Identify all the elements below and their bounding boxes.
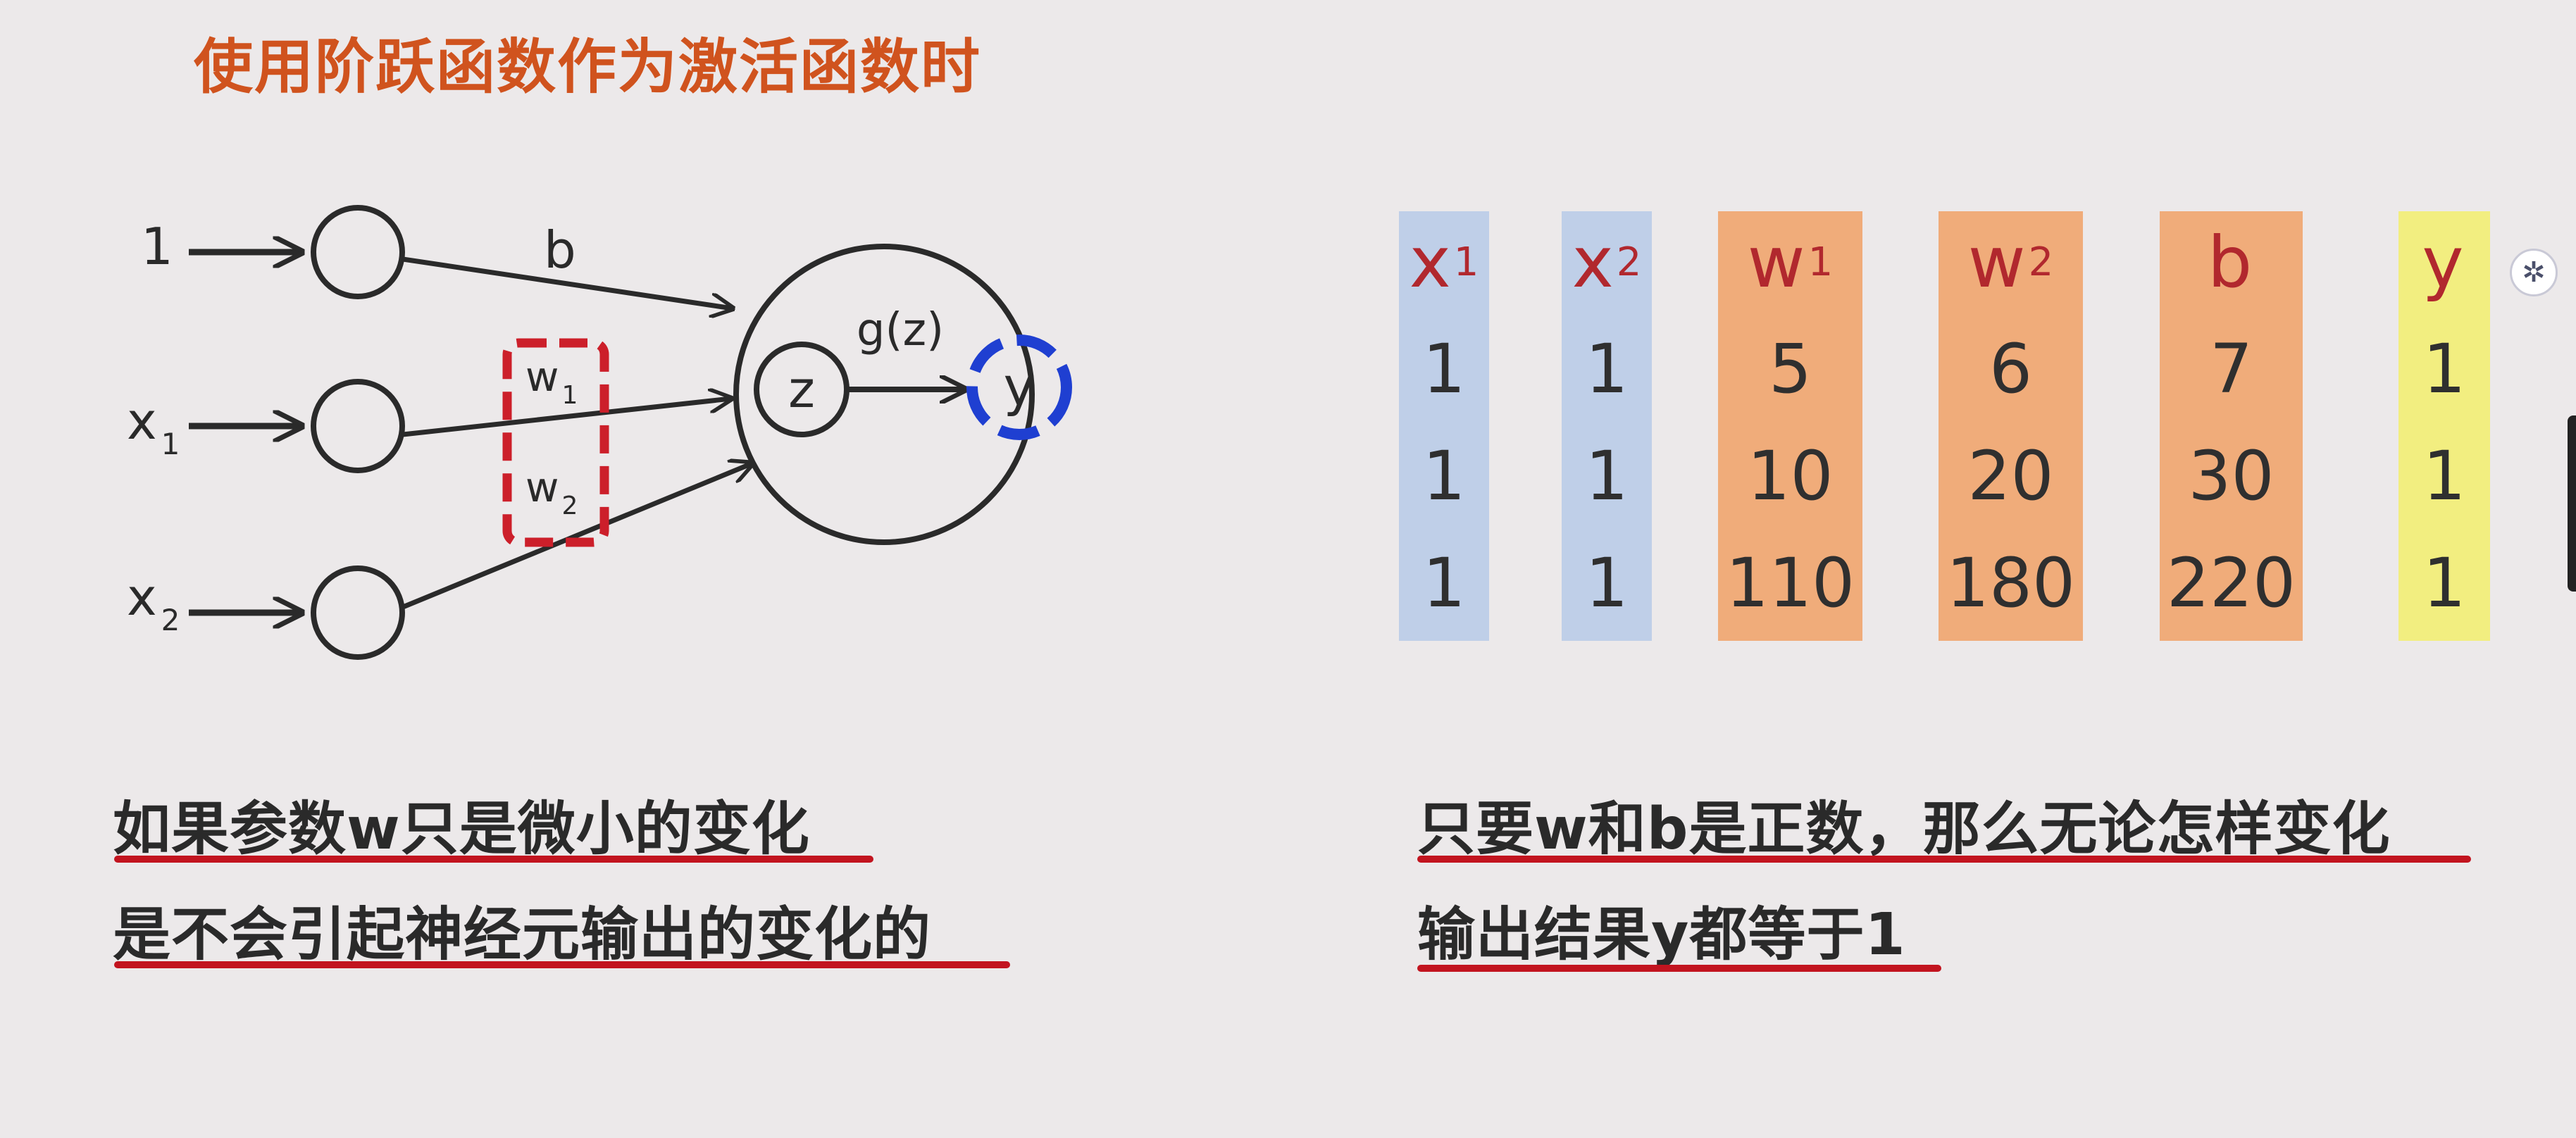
neuron-diagram: 1 x1 x2 b w1 w2 z g(z) y xyxy=(127,205,1072,660)
column-header: y xyxy=(2422,221,2464,304)
column-header: x2 xyxy=(1572,221,1642,304)
column-header: x1 xyxy=(1409,221,1479,304)
brain-icon[interactable]: ✲ xyxy=(2510,249,2558,296)
table-cell: 1 xyxy=(1422,437,1466,515)
table-cell: 7 xyxy=(2209,330,2253,408)
table-cell: 1 xyxy=(1422,330,1466,408)
table-column-b: b 7 30 220 xyxy=(2160,211,2303,641)
note-underline xyxy=(114,856,873,863)
column-header: w1 xyxy=(1747,221,1834,304)
neuron-body xyxy=(733,244,1035,545)
table-cell: 10 xyxy=(1747,437,1834,515)
table-cell: 1 xyxy=(2422,437,2466,515)
output-label: y xyxy=(1004,355,1035,418)
column-header: w2 xyxy=(1967,221,2054,304)
note-underline xyxy=(114,961,1010,968)
note-underline xyxy=(1417,965,1941,972)
note-right-line2: 输出结果y都等于1 xyxy=(1417,901,1906,968)
side-panel-handle[interactable] xyxy=(2568,415,2576,592)
table-column-w2: w2 6 20 180 xyxy=(1939,211,2083,641)
table-cell: 1 xyxy=(1585,330,1629,408)
input-label-x2: x2 xyxy=(127,568,180,637)
table-cell: 110 xyxy=(1725,544,1855,623)
table-column-y: y 1 1 1 xyxy=(2398,211,2490,641)
weight2-connection xyxy=(402,463,752,610)
input-node-x2 xyxy=(311,565,405,660)
note-left-line2: 是不会引起神经元输出的变化的 xyxy=(113,901,932,968)
activation-label: g(z) xyxy=(857,304,944,356)
z-label: z xyxy=(788,360,815,419)
table-cell: 1 xyxy=(1585,544,1629,623)
note-right-line1: 只要w和b是正数，那么无论怎样变化 xyxy=(1417,796,2391,863)
input-label-x1: x1 xyxy=(127,392,180,461)
input-node-1 xyxy=(311,205,405,299)
table-cell: 1 xyxy=(2422,544,2466,623)
table-cell: 20 xyxy=(1967,437,2054,515)
table-cell: 1 xyxy=(1422,544,1466,623)
table-cell: 1 xyxy=(2422,330,2466,408)
input-node-x1 xyxy=(311,379,405,473)
table-column-x2: x2 1 1 1 xyxy=(1562,211,1652,641)
weight-label-w2: w2 xyxy=(525,463,578,520)
table-cell: 5 xyxy=(1768,330,1812,408)
note-underline xyxy=(1417,856,2471,863)
table-column-w1: w1 5 10 110 xyxy=(1718,211,1862,641)
table-column-x1: x1 1 1 1 xyxy=(1399,211,1489,641)
table-cell: 30 xyxy=(2188,437,2275,515)
column-header: b xyxy=(2207,221,2253,304)
table-cell: 180 xyxy=(1946,544,2076,623)
table-cell: 1 xyxy=(1585,437,1629,515)
table-cell: 6 xyxy=(1989,330,2033,408)
bias-label: b xyxy=(544,220,576,280)
weight-label-w1: w1 xyxy=(525,353,578,410)
note-left-line1: 如果参数w只是微小的变化 xyxy=(113,796,810,863)
input-label-1: 1 xyxy=(141,217,173,276)
table-cell: 220 xyxy=(2166,544,2296,623)
